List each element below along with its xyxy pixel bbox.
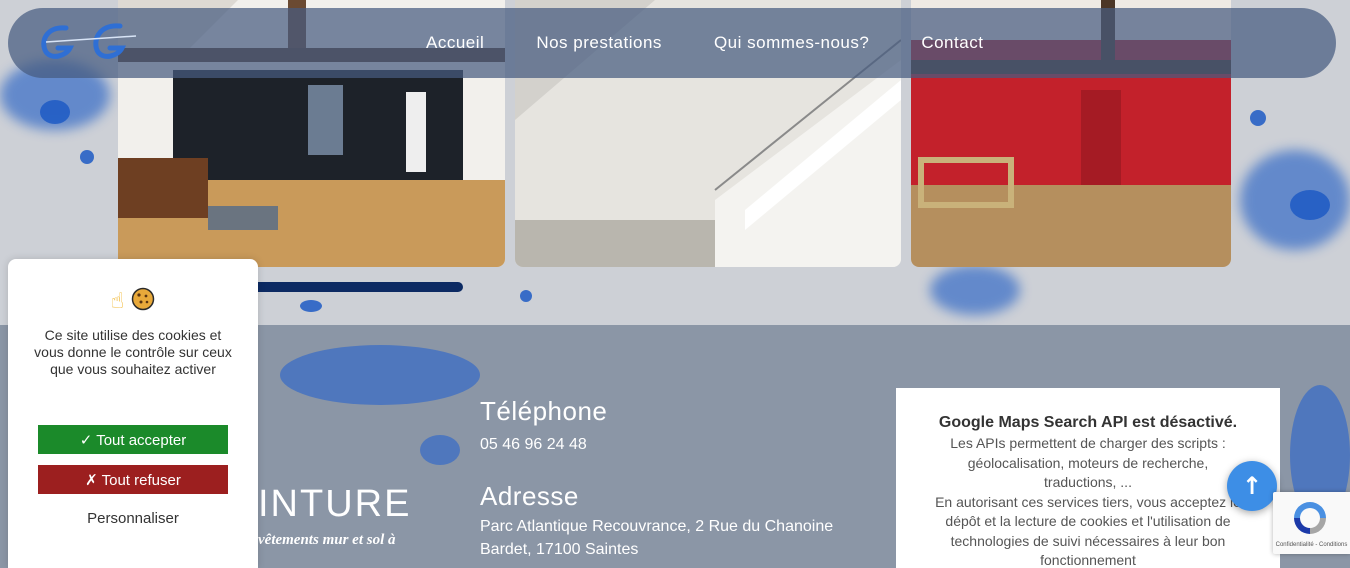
nav-link-contact[interactable]: Contact	[921, 33, 983, 53]
company-logo[interactable]	[36, 22, 144, 66]
address-line-1: Parc Atlantique Recouvrance, 2 Rue du Ch…	[480, 518, 834, 535]
cookie-panel-icons: ☝	[8, 287, 258, 314]
maps-notice-line: géolocalisation, moteurs de recherche,	[967, 454, 1209, 471]
footer-tagline: vêtements mur et sol à	[258, 532, 396, 548]
cookie-consent-panel: ☝ Ce site utilise des cookies et vous do…	[8, 259, 258, 568]
cookie-message: Ce site utilise des cookies et vous donn…	[34, 327, 232, 377]
maps-notice-title: Google Maps Search API est désactivé.	[938, 414, 1238, 431]
cookie-icon	[131, 287, 155, 311]
maps-notice-line: fonctionnement	[1040, 552, 1136, 568]
recaptcha-icon	[1294, 502, 1326, 534]
address-line-2: Bardet, 17100 Saintes	[480, 541, 639, 558]
accept-all-cookies-button[interactable]: ✓ Tout accepter	[38, 425, 228, 454]
google-maps-disabled-notice[interactable]: Google Maps Search API est désactivé. Le…	[896, 388, 1280, 568]
maps-notice-line: Les APIs permettent de charger des scrip…	[950, 435, 1226, 451]
refuse-all-cookies-button[interactable]: ✗ Tout refuser	[38, 465, 228, 494]
customize-cookies-link[interactable]: Personnaliser	[8, 510, 258, 527]
maps-notice-line: traductions, ...	[1044, 474, 1132, 490]
main-navigation: Accueil Nos prestations Qui sommes-nous?…	[426, 8, 1035, 78]
gallery-progress-bar[interactable]	[250, 282, 463, 292]
nav-link-accueil[interactable]: Accueil	[426, 33, 484, 53]
back-to-top-button[interactable]: ↑	[1227, 461, 1277, 511]
footer-brand-name: INTURE	[258, 483, 412, 525]
maps-notice-line: dépôt et la lecture de cookies et l'util…	[945, 513, 1231, 529]
phone-number[interactable]: 05 46 96 24 48	[480, 433, 587, 456]
address-heading: Adresse	[480, 481, 579, 511]
maps-notice-line: technologies de suivi nécessaires à leur…	[950, 532, 1226, 549]
site-header: Accueil Nos prestations Qui sommes-nous?…	[8, 8, 1336, 78]
recaptcha-badge[interactable]: Confidentialité - Conditions	[1273, 492, 1350, 554]
maps-notice-line: En autorisant ces services tiers, vous a…	[935, 493, 1241, 510]
phone-heading: Téléphone	[480, 396, 608, 426]
pointing-hand-icon: ☝	[110, 289, 125, 314]
arrow-up-icon: ↑	[1241, 472, 1263, 500]
nav-link-qui-sommes-nous[interactable]: Qui sommes-nous?	[714, 33, 869, 53]
recaptcha-label[interactable]: Confidentialité - Conditions	[1273, 542, 1350, 548]
nav-link-nos-prestations[interactable]: Nos prestations	[536, 33, 662, 53]
